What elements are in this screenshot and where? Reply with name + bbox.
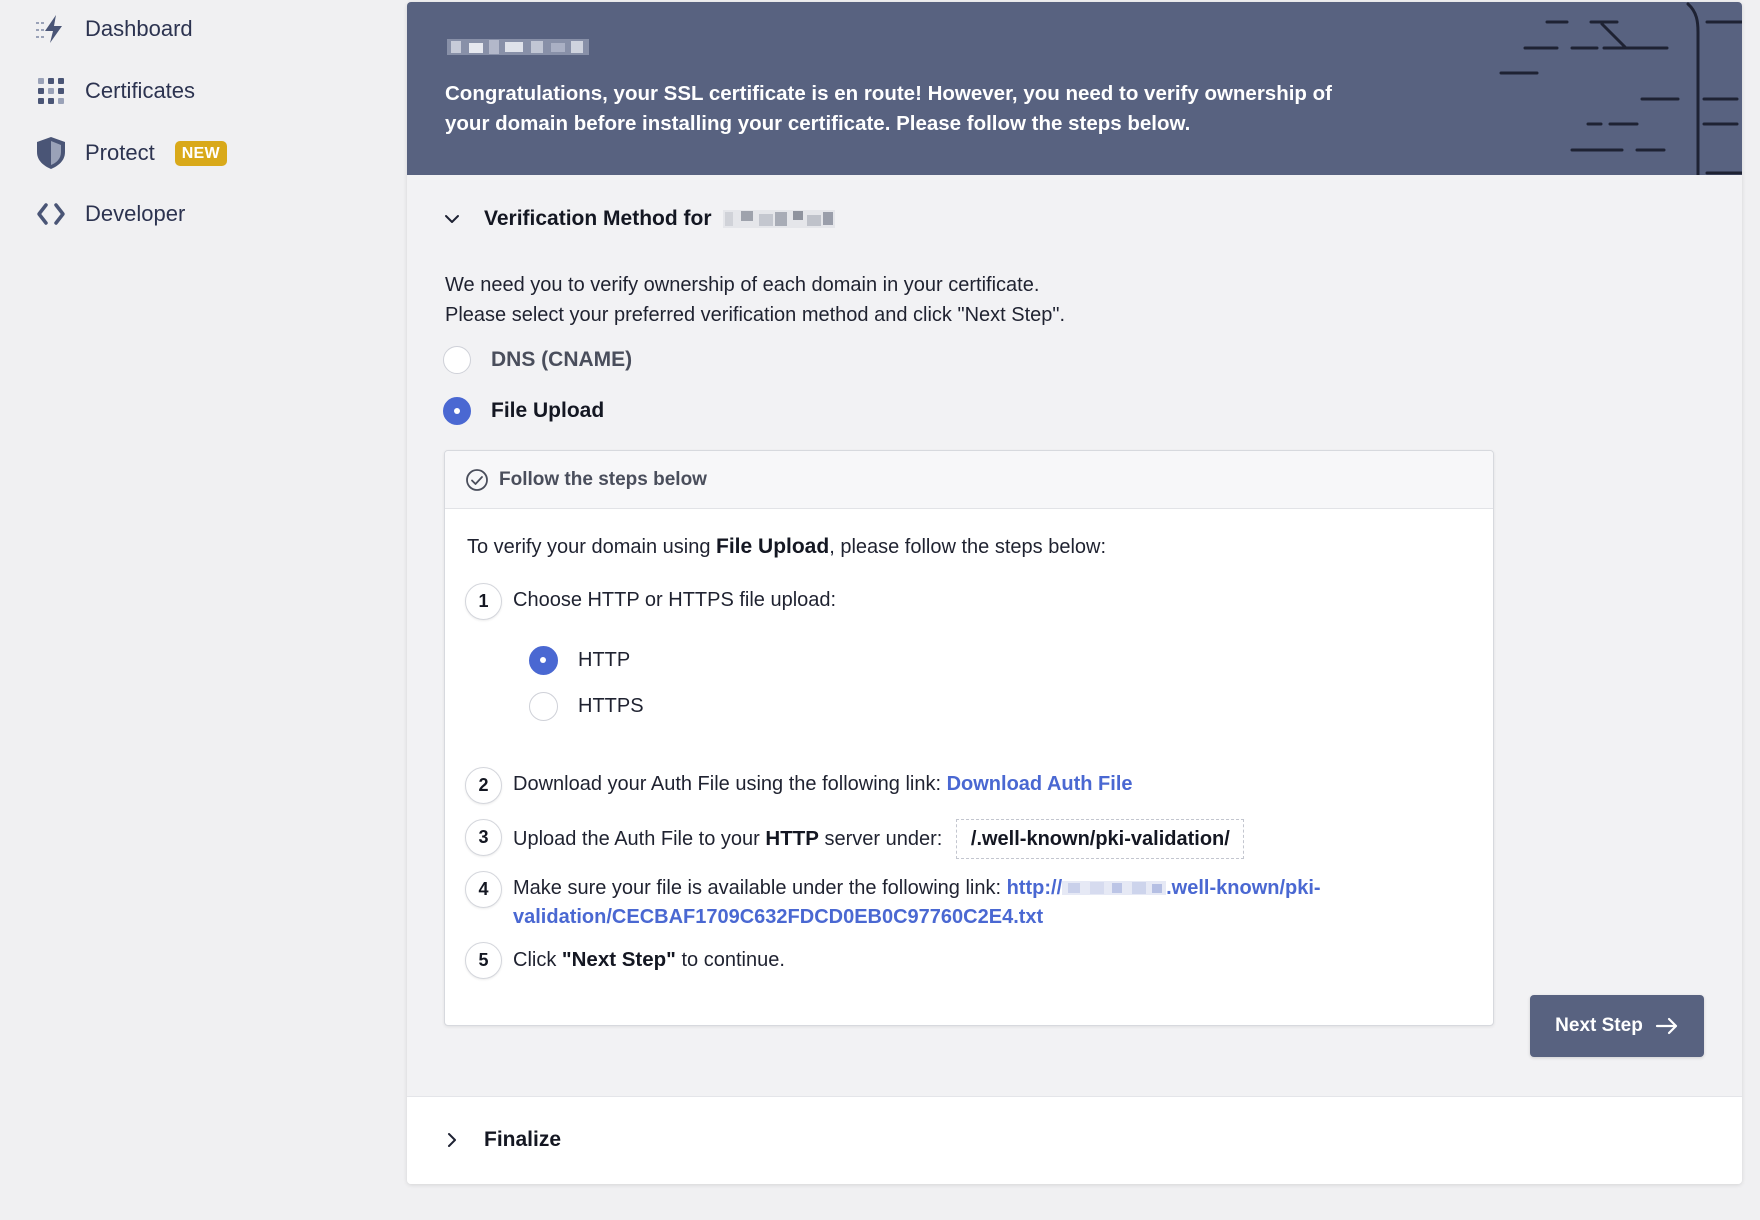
next-step-label: Next Step bbox=[1555, 1015, 1643, 1036]
redacted-domain bbox=[1062, 881, 1167, 895]
step-text: Choose HTTP or HTTPS file upload: bbox=[513, 589, 837, 611]
steps-box: Follow the steps below To verify your do… bbox=[444, 450, 1494, 1026]
code-icon bbox=[34, 197, 68, 231]
step-1: 1 Choose HTTP or HTTPS file upload: bbox=[465, 583, 836, 620]
step-3-suffix: server under: bbox=[824, 828, 943, 850]
method-option-file-upload[interactable]: File Upload bbox=[443, 397, 604, 425]
step-text: Make sure your file is available under t… bbox=[513, 871, 1321, 932]
sidebar-item-label: Protect bbox=[85, 140, 155, 165]
shield-icon bbox=[34, 136, 68, 170]
radio-dns-cname[interactable] bbox=[443, 346, 471, 374]
step-number: 3 bbox=[465, 819, 502, 856]
radio-https[interactable] bbox=[529, 692, 558, 721]
redacted-domain bbox=[723, 210, 836, 229]
finalize-section-toggle[interactable]: Finalize bbox=[441, 1128, 561, 1152]
step-text: Download your Auth File using the follow… bbox=[513, 767, 1133, 799]
step-text: Click "Next Step" to continue. bbox=[513, 942, 785, 975]
step-5-suffix: to continue. bbox=[681, 949, 785, 971]
step-number: 2 bbox=[465, 767, 502, 804]
verification-section-toggle[interactable]: Verification Method for bbox=[441, 207, 836, 231]
steps-header-label: Follow the steps below bbox=[499, 468, 707, 490]
step-3-protocol: HTTP bbox=[765, 827, 819, 850]
step-3: 3 Upload the Auth File to your HTTP serv… bbox=[465, 819, 1244, 859]
link-prefix: http:// bbox=[1006, 877, 1063, 899]
main-panel: Congratulations, your SSL certificate is… bbox=[407, 2, 1742, 1184]
link-mid: .well-known/pki- bbox=[1166, 877, 1321, 899]
check-circle-icon bbox=[466, 468, 488, 491]
sidebar-item-label: Developer bbox=[85, 201, 186, 226]
finalize-section: Finalize bbox=[407, 1096, 1742, 1184]
intro-line: We need you to verify ownership of each … bbox=[445, 274, 1040, 296]
bolt-icon bbox=[34, 12, 68, 46]
sidebar-item-protect[interactable]: Protect NEW bbox=[34, 131, 227, 175]
step-number: 5 bbox=[465, 942, 502, 979]
step-2-text: Download your Auth File using the follow… bbox=[513, 773, 942, 795]
steps-intro-prefix: To verify your domain using bbox=[467, 536, 711, 558]
next-step-button[interactable]: Next Step bbox=[1530, 995, 1704, 1057]
step-number: 4 bbox=[465, 871, 502, 908]
radio-http[interactable] bbox=[529, 646, 558, 675]
protocol-label: HTTP bbox=[578, 649, 631, 671]
steps-intro-suffix: , please follow the steps below: bbox=[829, 536, 1107, 558]
verification-title-text: Verification Method for bbox=[484, 207, 712, 230]
step-2: 2 Download your Auth File using the foll… bbox=[465, 767, 1133, 804]
step-5-bold: "Next Step" bbox=[561, 948, 676, 971]
steps-header: Follow the steps below bbox=[445, 451, 1493, 509]
radio-file-upload[interactable] bbox=[443, 397, 471, 425]
step-3-prefix: Upload the Auth File to your bbox=[513, 828, 760, 850]
protocol-option-http[interactable]: HTTP bbox=[529, 646, 630, 675]
chevron-down-icon bbox=[445, 215, 459, 223]
step-number: 1 bbox=[465, 583, 502, 620]
decorative-lines-graphic bbox=[1499, 2, 1742, 175]
method-option-dns[interactable]: DNS (CNAME) bbox=[443, 346, 632, 374]
verification-intro: We need you to verify ownership of each … bbox=[445, 270, 1065, 330]
banner-message: Congratulations, your SSL certificate is… bbox=[445, 82, 1332, 135]
chevron-right-icon bbox=[448, 1133, 456, 1147]
sidebar: Dashboard Certificates Protect NEW Devel… bbox=[0, 0, 400, 1220]
step-5: 5 Click "Next Step" to continue. bbox=[465, 942, 785, 979]
grid-icon bbox=[34, 74, 68, 108]
method-label: File Upload bbox=[491, 399, 605, 422]
step-4: 4 Make sure your file is available under… bbox=[465, 871, 1321, 932]
finalize-title: Finalize bbox=[484, 1128, 562, 1151]
steps-intro: To verify your domain using File Upload,… bbox=[467, 535, 1106, 559]
validation-path[interactable]: /.well-known/pki-validation/ bbox=[955, 819, 1244, 859]
redacted-domain bbox=[447, 39, 589, 55]
link-line2: validation/CECBAF1709C632FDCD0EB0C97760C… bbox=[513, 906, 1044, 928]
sidebar-item-label: Dashboard bbox=[85, 16, 193, 41]
steps-intro-method: File Upload bbox=[716, 535, 830, 558]
step-4-text: Make sure your file is available under t… bbox=[513, 877, 1002, 899]
banner: Congratulations, your SSL certificate is… bbox=[407, 2, 1742, 175]
sidebar-item-developer[interactable]: Developer bbox=[34, 192, 185, 236]
new-badge: NEW bbox=[174, 140, 227, 166]
intro-line: Please select your preferred verificatio… bbox=[445, 304, 1066, 326]
sidebar-item-dashboard[interactable]: Dashboard bbox=[34, 7, 193, 51]
sidebar-item-label: Certificates bbox=[85, 78, 196, 103]
protocol-label: HTTPS bbox=[578, 695, 644, 717]
verification-section-title: Verification Method for bbox=[484, 207, 836, 231]
download-auth-file-link[interactable]: Download Auth File bbox=[947, 773, 1133, 795]
method-label: DNS (CNAME) bbox=[491, 348, 633, 371]
protocol-option-https[interactable]: HTTPS bbox=[529, 692, 644, 721]
step-text: Upload the Auth File to your HTTP server… bbox=[513, 819, 1244, 859]
arrow-right-icon bbox=[1655, 1017, 1677, 1035]
step-5-prefix: Click bbox=[513, 949, 557, 971]
sidebar-item-certificates[interactable]: Certificates bbox=[34, 69, 195, 113]
